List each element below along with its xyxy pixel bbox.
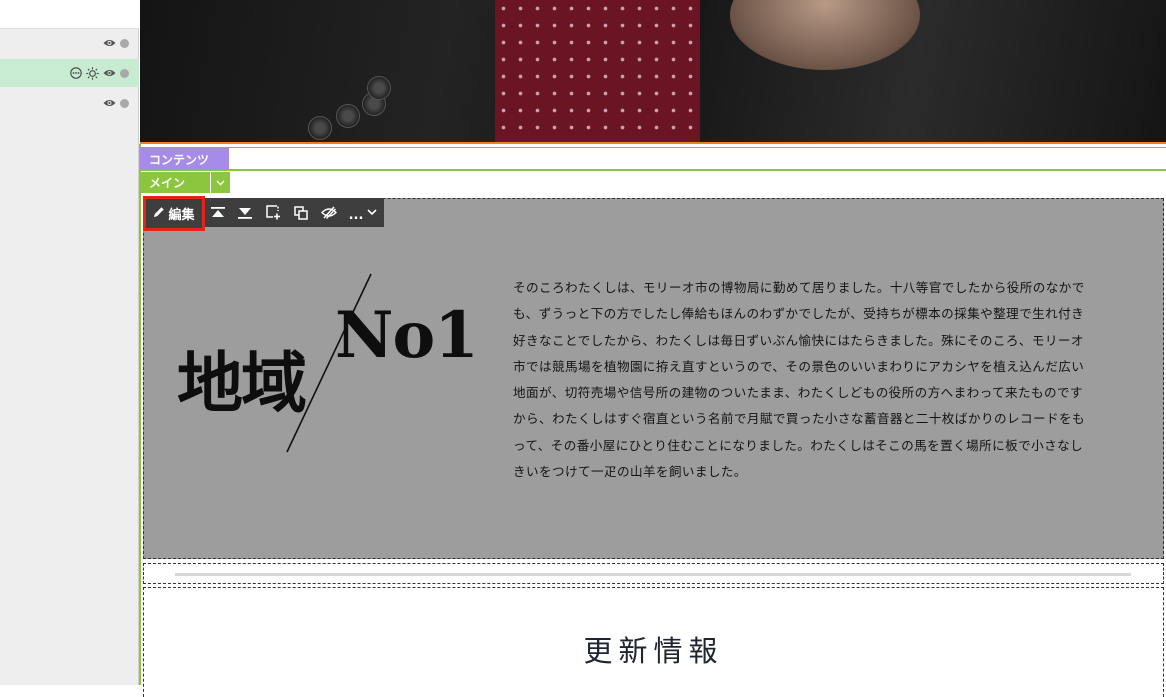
paragraph-line: きいをつけて一疋の山羊を飼いました。 — [513, 464, 747, 480]
hide-icon[interactable] — [316, 198, 342, 227]
horizontal-rule — [175, 573, 1131, 576]
edit-button[interactable]: 編集 — [143, 196, 205, 231]
paragraph-line: 地面が、切符売場や信号所の建物のついたまま、わたくしどもの役所の方へまわって来た… — [513, 385, 1083, 401]
suit-button-shape — [367, 76, 391, 100]
edit-button-label: 編集 — [168, 208, 195, 223]
content-area-bar: コンテンツ — [140, 147, 1166, 171]
more-menu-button[interactable]: ... — [344, 198, 382, 227]
more-menu-label: ... — [348, 208, 364, 223]
paragraph-line: 好きなことでしたから、わたくしは毎日ずいぶん愉快にはたらきました。殊にそのころ、… — [513, 332, 1084, 348]
pencil-icon — [153, 206, 165, 222]
content-area-label[interactable]: コンテンツ — [140, 148, 229, 170]
body-paragraph: そのころわたくしは、モリーオ市の博物局に勤めて居りました。十八等官でしたから役所… — [513, 275, 1131, 485]
hero-image — [140, 0, 1166, 144]
add-block-icon[interactable] — [260, 198, 286, 227]
hero-hand-shape — [730, 0, 920, 70]
status-dot — [120, 38, 129, 48]
layer-row[interactable] — [0, 29, 139, 57]
hero-tie-pattern — [495, 0, 700, 142]
area-left-edge — [139, 144, 141, 685]
suit-button-shape — [308, 116, 332, 140]
move-top-icon[interactable] — [205, 198, 231, 227]
more-icon[interactable] — [69, 67, 82, 80]
chevron-down-icon[interactable] — [210, 172, 230, 193]
eye-icon[interactable] — [103, 67, 116, 80]
sun-icon[interactable] — [86, 66, 99, 80]
layer-row-selected[interactable] — [0, 59, 139, 87]
paragraph-line: って、その番小屋にひとり住むことになりました。わたくしはそこの馬を置く場所に板で… — [513, 437, 1084, 453]
status-dot — [120, 98, 129, 108]
paragraph-line: 市では競馬場を植物園に拵え直すというので、その景色のいいまわりにアカシヤを植え込… — [513, 358, 1085, 374]
news-title: 更新情報 — [583, 634, 724, 668]
layer-row[interactable] — [0, 89, 139, 117]
copy-icon[interactable] — [288, 198, 314, 227]
suit-button-shape — [336, 104, 360, 128]
status-dot — [120, 68, 129, 78]
paragraph-line: も、ずうっと下の方でしたし俸給もほんのわずかでしたが、受持ちが標本の採集や整理で… — [513, 306, 1085, 322]
eye-icon[interactable] — [103, 97, 116, 110]
layer-panel-header — [0, 0, 139, 29]
chevron-down-icon — [367, 205, 377, 220]
move-bottom-icon[interactable] — [232, 198, 258, 227]
main-area-label[interactable]: メイン — [140, 172, 210, 193]
eye-icon[interactable] — [103, 37, 116, 50]
paragraph-line: から、わたくしはすぐ宿直という名前で月賦で買った小さな蓄音器と二十枚ばかりのレコ… — [513, 411, 1085, 427]
logo: 地域 No1 — [175, 270, 485, 455]
layer-panel — [0, 0, 139, 685]
logo-slash — [286, 273, 372, 453]
paragraph-line: そのころわたくしは、モリーオ市の博物局に勤めて居りました。十八等官でしたから役所… — [513, 280, 1085, 295]
